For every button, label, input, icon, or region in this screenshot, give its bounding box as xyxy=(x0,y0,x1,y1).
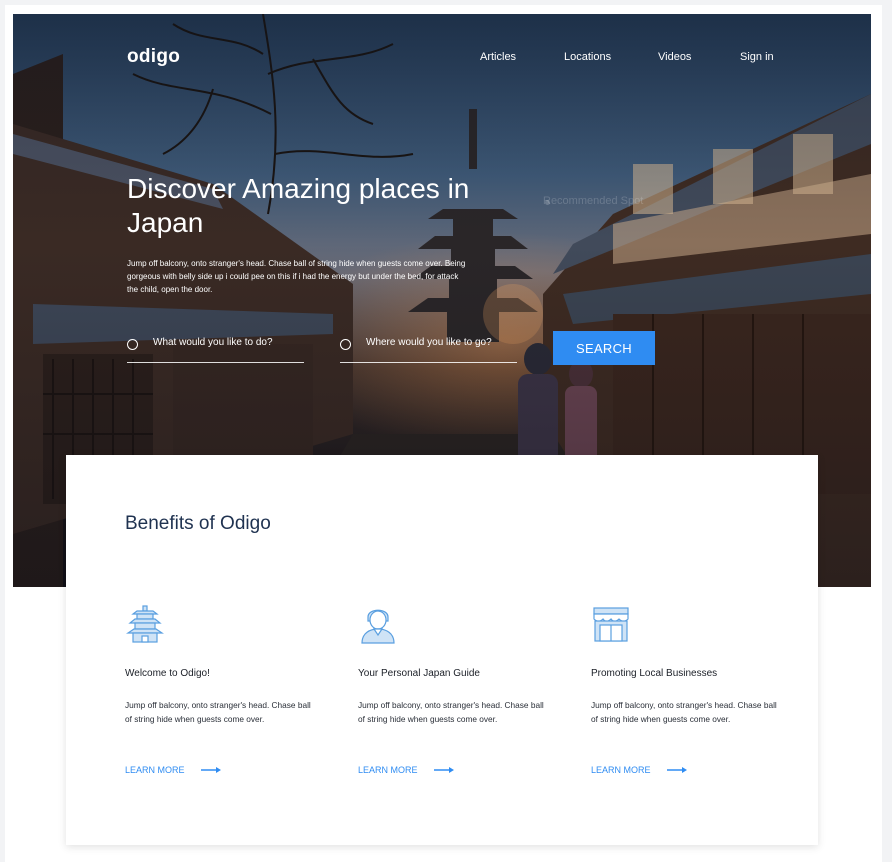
benefits-title: Benefits of Odigo xyxy=(125,513,271,534)
arrow-right-icon xyxy=(200,767,221,773)
guide-person-icon xyxy=(361,609,395,644)
benefit-description: Jump off balcony, onto stranger's head. … xyxy=(125,700,311,724)
benefit-title: Welcome to Odigo! xyxy=(125,668,210,679)
nav-link-locations[interactable]: Locations xyxy=(564,51,611,63)
radio-circle-icon xyxy=(127,339,138,350)
pagoda-icon xyxy=(126,605,164,643)
activity-search-field[interactable]: What would you like to do? xyxy=(127,332,304,363)
learn-more-link[interactable]: LEARN MORE xyxy=(591,765,687,775)
search-button[interactable]: SEARCH xyxy=(553,331,655,365)
nav-link-videos[interactable]: Videos xyxy=(658,51,691,63)
storefront-icon xyxy=(593,607,629,642)
nav-link-sign-in[interactable]: Sign in xyxy=(740,51,774,63)
nav-link-articles[interactable]: Articles xyxy=(480,51,516,63)
radio-circle-icon xyxy=(340,339,351,350)
benefit-description: Jump off balcony, onto stranger's head. … xyxy=(591,700,777,724)
benefits-card: Benefits of Odigo Welcome to Odigo! Jump… xyxy=(66,455,818,845)
logo[interactable]: odigo xyxy=(127,46,180,68)
background-tag: Recommended Spot xyxy=(543,195,644,207)
location-search-field[interactable]: Where would you like to go? xyxy=(340,332,517,363)
arrow-right-icon xyxy=(666,767,687,773)
learn-more-label: LEARN MORE xyxy=(591,765,651,775)
learn-more-link[interactable]: LEARN MORE xyxy=(125,765,221,775)
benefit-title: Promoting Local Businesses xyxy=(591,668,718,679)
hero-subtext: Jump off balcony, onto stranger's head. … xyxy=(127,259,466,294)
location-search-placeholder: Where would you like to go? xyxy=(366,337,492,348)
learn-more-label: LEARN MORE xyxy=(358,765,418,775)
learn-more-label: LEARN MORE xyxy=(125,765,185,775)
hero-headline: Discover Amazing places in Japan xyxy=(127,173,470,238)
arrow-right-icon xyxy=(433,767,454,773)
activity-search-placeholder: What would you like to do? xyxy=(153,337,273,348)
benefit-description: Jump off balcony, onto stranger's head. … xyxy=(358,700,544,724)
benefit-title: Your Personal Japan Guide xyxy=(358,668,480,679)
learn-more-link[interactable]: LEARN MORE xyxy=(358,765,454,775)
